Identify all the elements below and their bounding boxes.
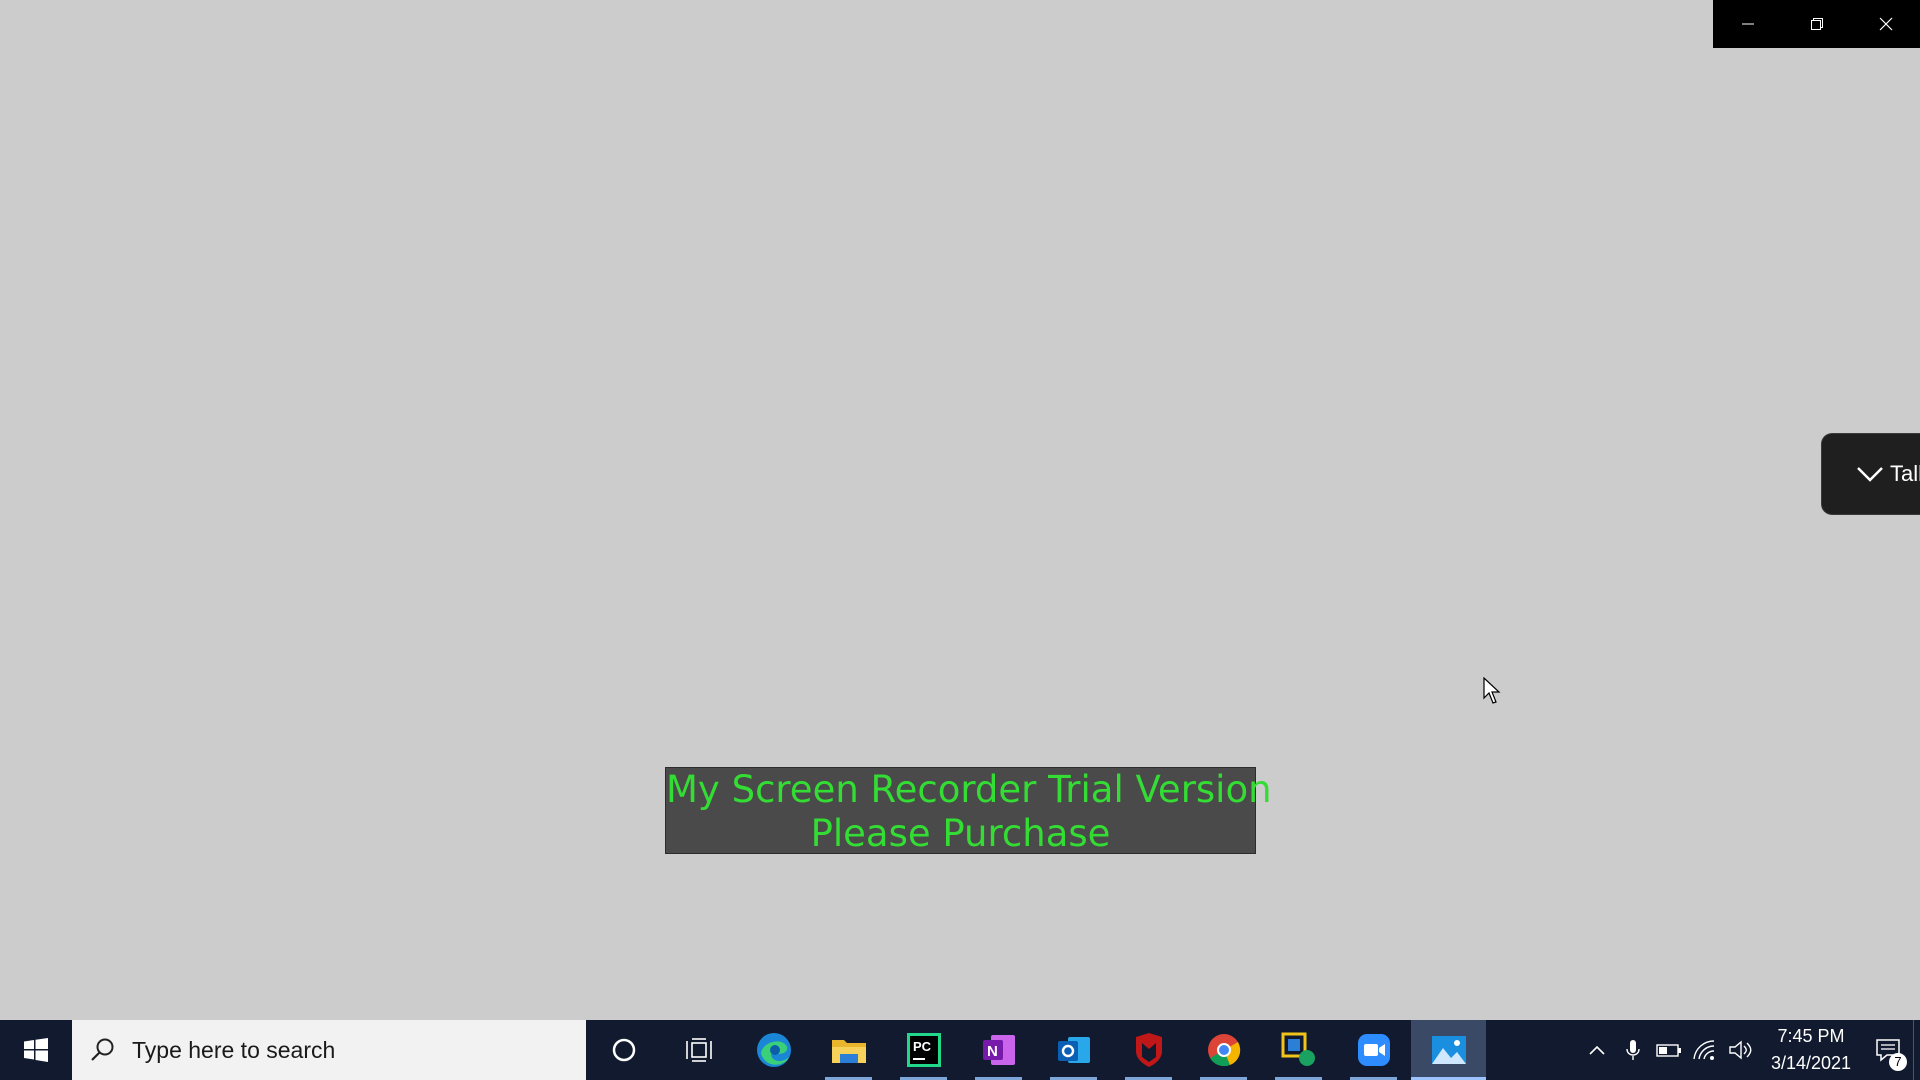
- talk-label: Talk: [1890, 461, 1920, 486]
- task-view-icon: [685, 1038, 712, 1062]
- taskbar-clock[interactable]: 7:45 PM 3/14/2021: [1759, 1020, 1863, 1080]
- task-view-button[interactable]: [661, 1020, 736, 1080]
- minimize-icon: [1741, 23, 1754, 25]
- restore-icon: [1810, 18, 1823, 30]
- clock-time: 7:45 PM: [1777, 1026, 1845, 1046]
- photos-icon: [1431, 1036, 1466, 1064]
- outlook-icon: [1057, 1037, 1090, 1063]
- zoom-button[interactable]: [1336, 1020, 1411, 1080]
- edge-button[interactable]: [736, 1020, 811, 1080]
- taskbar: Type here to search PC N 7:45 PM 3/14/20…: [0, 1020, 1920, 1080]
- onenote-icon: N: [982, 1035, 1015, 1065]
- folder-icon: [831, 1040, 866, 1063]
- chevron-up-icon: [1589, 1045, 1605, 1055]
- network-app-icon: [1281, 1032, 1315, 1066]
- cortana-icon: [612, 1038, 635, 1062]
- onenote-button[interactable]: N: [961, 1020, 1036, 1080]
- file-explorer-button[interactable]: [811, 1020, 886, 1080]
- chrome-button[interactable]: [1186, 1020, 1261, 1080]
- edge-icon: [756, 1033, 791, 1067]
- watermark-line-2: Please Purchase: [810, 812, 1111, 855]
- volume-button[interactable]: [1723, 1020, 1759, 1080]
- trial-watermark: My Screen Recorder Trial Version Please …: [665, 767, 1272, 855]
- pycharm-icon: PC: [906, 1033, 941, 1067]
- microphone-icon: [1626, 1040, 1640, 1060]
- volume-icon: [1729, 1040, 1752, 1060]
- window-controls: [1713, 0, 1920, 48]
- cortana-button[interactable]: [586, 1020, 661, 1080]
- close-icon: [1879, 17, 1892, 31]
- photos-button[interactable]: [1411, 1020, 1486, 1080]
- talk-panel-toggle[interactable]: Talk: [1822, 434, 1920, 514]
- wifi-icon: [1693, 1040, 1715, 1060]
- notification-count-badge: 7: [1889, 1053, 1907, 1071]
- svg-text:N: N: [987, 1043, 998, 1060]
- chevron-down-icon: [1857, 467, 1883, 482]
- battery-button[interactable]: [1651, 1020, 1687, 1080]
- system-tray: 7:45 PM 3/14/2021 7: [1579, 1020, 1920, 1080]
- search-placeholder: Type here to search: [132, 1036, 336, 1063]
- restore-button[interactable]: [1782, 0, 1851, 48]
- close-button[interactable]: [1851, 0, 1920, 48]
- show-hidden-icons-button[interactable]: [1579, 1020, 1615, 1080]
- wifi-button[interactable]: [1687, 1020, 1723, 1080]
- mcafee-button[interactable]: [1111, 1020, 1186, 1080]
- mcafee-icon: [1135, 1033, 1162, 1067]
- pycharm-button[interactable]: PC: [886, 1020, 961, 1080]
- svg-text:PC: PC: [913, 1039, 932, 1054]
- network-app-button[interactable]: [1261, 1020, 1336, 1080]
- mouse-cursor-icon: [1483, 677, 1501, 704]
- start-button[interactable]: [0, 1020, 72, 1080]
- show-desktop-button[interactable]: [1913, 1020, 1920, 1080]
- watermark-line-1: My Screen Recorder Trial Version: [666, 768, 1272, 811]
- battery-icon: [1656, 1044, 1681, 1057]
- outlook-button[interactable]: [1036, 1020, 1111, 1080]
- taskbar-apps: PC N: [586, 1020, 1486, 1080]
- windows-logo-icon: [24, 1038, 48, 1062]
- taskbar-search-box[interactable]: Type here to search: [72, 1020, 586, 1080]
- minimize-button[interactable]: [1713, 0, 1782, 48]
- microphone-button[interactable]: [1615, 1020, 1651, 1080]
- search-icon: [91, 1038, 114, 1061]
- zoom-icon: [1357, 1034, 1390, 1066]
- chrome-icon: [1207, 1034, 1240, 1067]
- action-center-button[interactable]: 7: [1863, 1020, 1913, 1080]
- clock-date: 3/14/2021: [1770, 1053, 1852, 1073]
